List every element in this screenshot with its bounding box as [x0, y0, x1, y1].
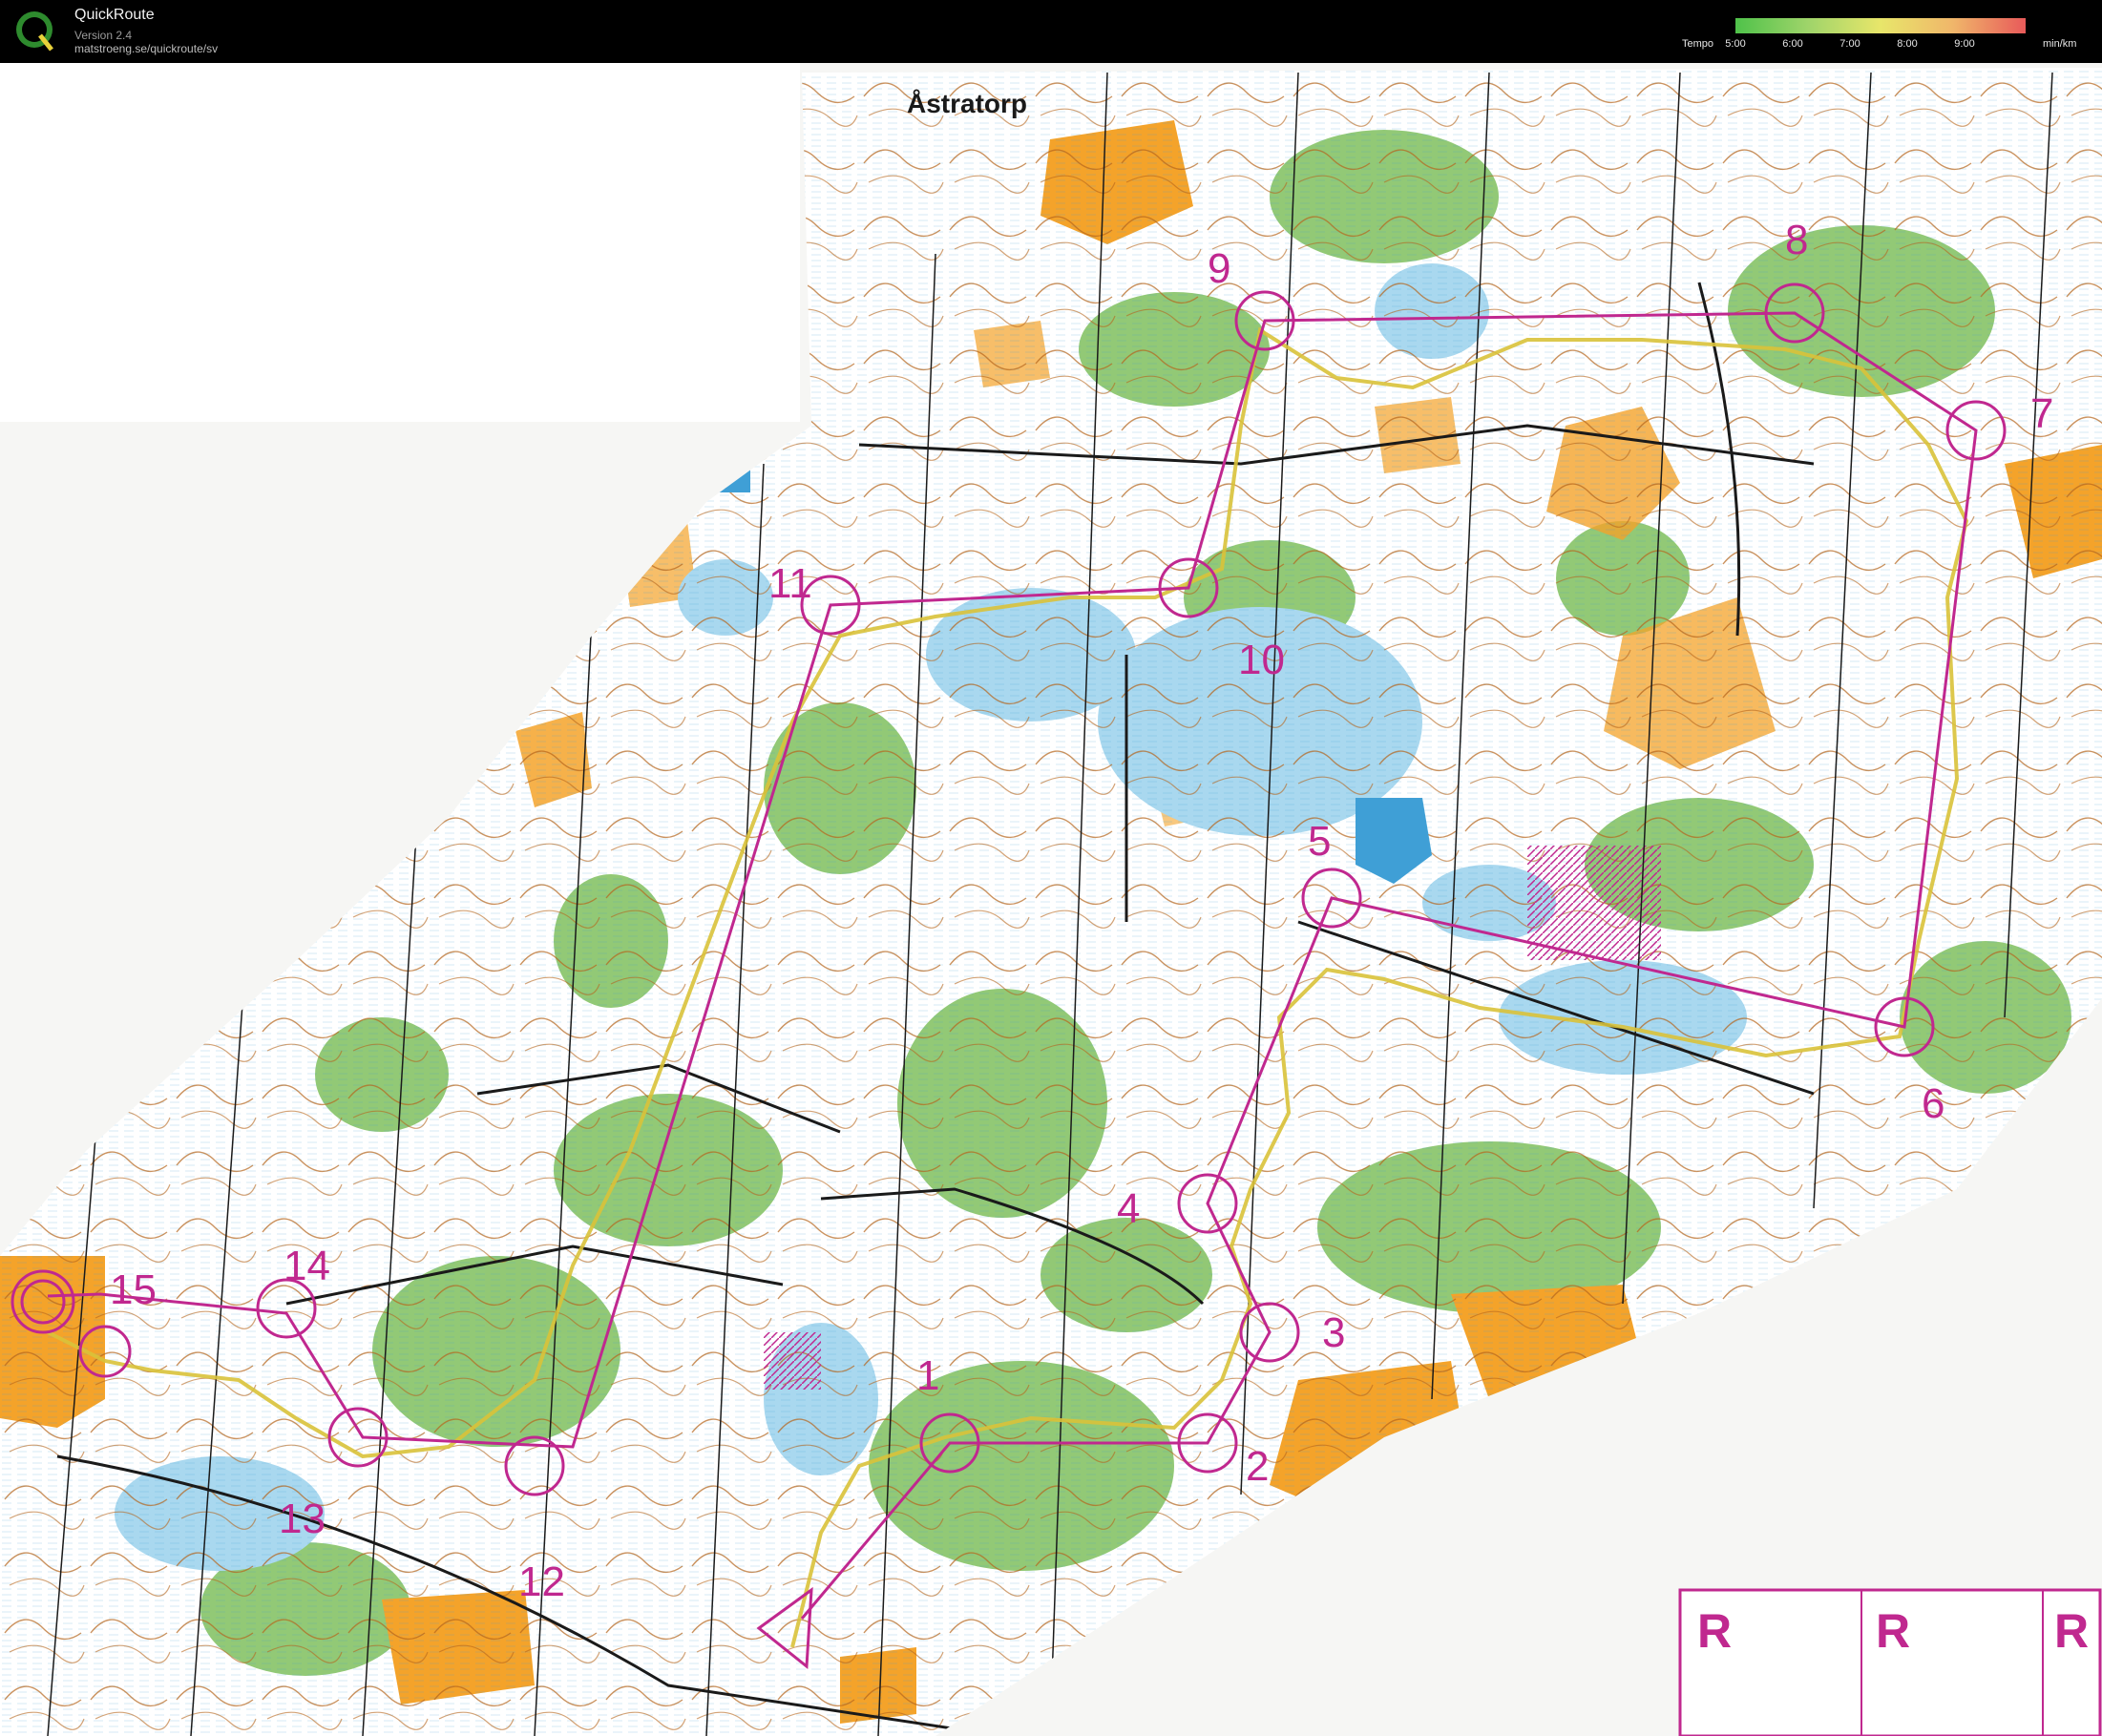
control-number: 2: [1246, 1443, 1269, 1490]
app-version: Version 2.4: [74, 29, 133, 42]
tempo-tick: 7:00: [1839, 38, 1860, 50]
legend-boxes: R R R: [1678, 1588, 2102, 1736]
tempo-tick: 6:00: [1782, 38, 1803, 50]
tempo-label: Tempo: [1682, 38, 1714, 50]
tempo-unit: min/km: [2043, 38, 2077, 50]
control-number: 3: [1322, 1309, 1345, 1356]
control-number: 11: [768, 560, 812, 607]
control-number: 9: [1208, 245, 1230, 292]
legend-box-label: R: [1697, 1604, 1732, 1658]
app-header: QuickRoute Version 2.4 matstroeng.se/qui…: [0, 0, 2102, 63]
control-number: 7: [2030, 390, 2053, 437]
place-name: Åstratorp: [907, 89, 1027, 118]
blank-corner: [0, 63, 800, 422]
legend-box-label: R: [1876, 1604, 1910, 1658]
quickroute-logo-icon: [16, 11, 53, 52]
control-number: 8: [1785, 217, 1808, 263]
orienteering-map[interactable]: 1 2 3 4 5 6 7 8 9 10 11 12 13 14 15 Åstr…: [0, 63, 2102, 1736]
tempo-tick: 8:00: [1897, 38, 1918, 50]
control-number: 4: [1117, 1185, 1140, 1232]
control-number: 10: [1238, 637, 1285, 683]
control-number: 6: [1922, 1080, 1944, 1127]
tempo-tick: 5:00: [1725, 38, 1746, 50]
control-number: 15: [110, 1266, 157, 1313]
tempo-tick: 9:00: [1954, 38, 1975, 50]
control-number: 14: [284, 1243, 330, 1289]
control-number: 12: [518, 1558, 565, 1605]
app-title: QuickRoute: [74, 7, 155, 23]
control-number: 13: [279, 1495, 326, 1542]
tempo-color-scale: [1735, 18, 2026, 33]
control-number: 1: [916, 1352, 939, 1399]
legend-box-label: R: [2054, 1604, 2089, 1658]
tempo-ticks: 5:00 6:00 7:00 8:00 9:00: [1725, 38, 2031, 52]
restricted-area: [764, 1332, 821, 1390]
control-number: 5: [1308, 818, 1331, 865]
map-canvas[interactable]: 1 2 3 4 5 6 7 8 9 10 11 12 13 14 15 Åstr…: [0, 63, 2102, 1736]
app-url[interactable]: matstroeng.se/quickroute/sv: [74, 42, 218, 55]
